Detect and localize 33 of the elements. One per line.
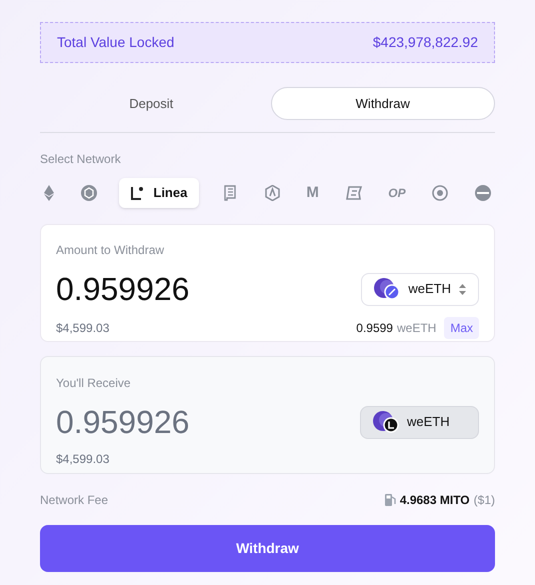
token-icon bbox=[374, 278, 400, 300]
balance-amount: 0.9599 bbox=[356, 320, 393, 337]
disc-icon bbox=[475, 185, 491, 201]
corner-dot-icon bbox=[131, 186, 146, 200]
token-icon bbox=[373, 411, 399, 433]
fuel-pump-icon bbox=[384, 494, 396, 506]
card-label: Amount to Withdraw bbox=[56, 242, 166, 259]
tvl-value: $423,978,822.92 bbox=[372, 33, 478, 52]
network-option[interactable]: Linea bbox=[119, 178, 200, 208]
hexagon-icon bbox=[264, 185, 280, 201]
max-button[interactable]: Max bbox=[444, 317, 479, 339]
usd-value: $4,599.03 bbox=[56, 320, 110, 337]
slanted-shape-icon bbox=[346, 186, 362, 200]
amount-field[interactable]: 0.959926 bbox=[56, 265, 296, 313]
token-chip: weETH bbox=[360, 406, 479, 438]
sort-icon bbox=[459, 284, 466, 294]
fee-label: Network Fee bbox=[40, 492, 108, 509]
token-select[interactable]: weETH bbox=[361, 272, 479, 306]
section-label: Select Network bbox=[40, 151, 122, 168]
fee-amount: 4.9683 MITO bbox=[400, 492, 470, 509]
diamond-icon bbox=[44, 185, 54, 201]
balance-token: weETH bbox=[396, 320, 436, 337]
scroll-icon bbox=[222, 185, 238, 201]
receive-amount: 0.959926 bbox=[56, 403, 190, 442]
fee-usd: ($1) bbox=[474, 492, 495, 509]
cube-icon bbox=[80, 185, 97, 201]
tab[interactable]: Withdraw bbox=[270, 87, 495, 120]
card-label: You'll Receive bbox=[56, 375, 132, 392]
withdraw-button[interactable]: Withdraw bbox=[40, 525, 495, 572]
tvl-label: Total Value Locked bbox=[57, 33, 174, 52]
usd-value: $4,599.03 bbox=[56, 451, 110, 468]
target-icon bbox=[432, 185, 448, 201]
tab[interactable]: Deposit bbox=[40, 87, 262, 120]
